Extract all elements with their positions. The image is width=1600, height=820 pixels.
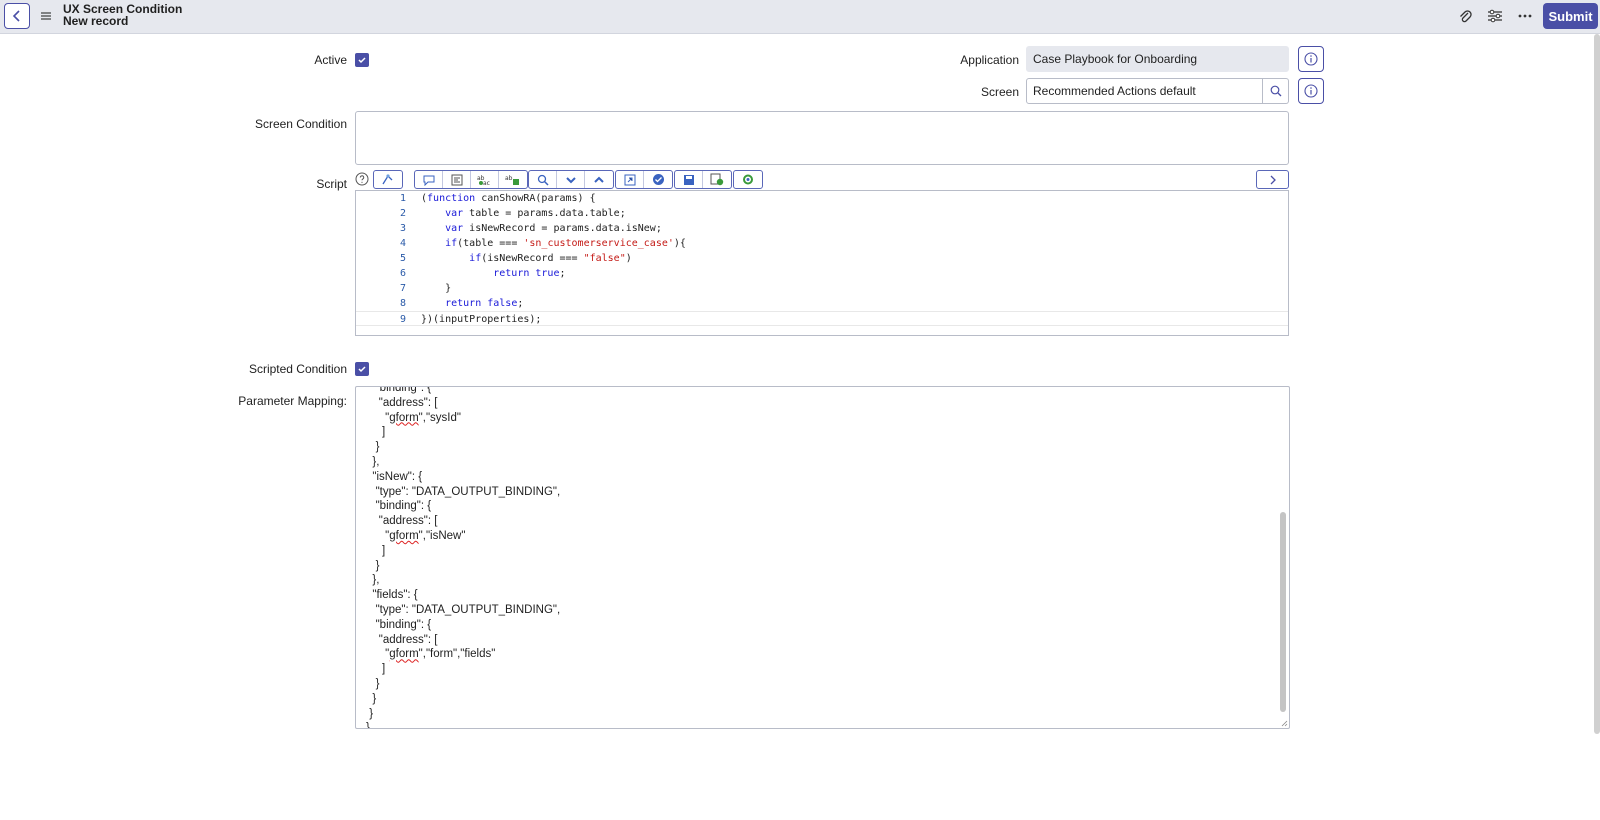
parameter-mapping-line: } [366, 692, 377, 705]
comment-icon[interactable] [415, 171, 443, 188]
application-label: Application [960, 53, 1019, 67]
parameter-mapping-line: "binding": { [366, 386, 432, 394]
replace-icon[interactable]: ab ac [471, 171, 499, 188]
check-syntax-icon[interactable] [644, 171, 672, 188]
attachment-icon[interactable] [1456, 7, 1474, 25]
scripted-condition-label: Scripted Condition [248, 362, 347, 376]
format-code-icon[interactable] [443, 171, 471, 188]
toolbar-group-6 [733, 170, 763, 189]
check-icon [358, 366, 366, 373]
parameter-mapping-line: }, [366, 574, 380, 587]
script-debug-icon[interactable] [703, 171, 731, 188]
active-label: Active [314, 53, 347, 67]
toolbar-group-4 [615, 170, 673, 189]
parameter-mapping-line: } [366, 559, 380, 572]
settings-sliders-icon[interactable] [1486, 7, 1504, 25]
screen-condition-input[interactable] [355, 111, 1289, 165]
parameter-mapping-line: } [366, 722, 370, 729]
vertical-scrollbar[interactable] [1280, 512, 1286, 712]
script-label: Script [316, 177, 347, 191]
application-info-button[interactable] [1298, 46, 1324, 72]
parameter-mapping-textarea[interactable]: "binding": { "address": [ "gform","sysId… [355, 386, 1290, 729]
page-scrollbar[interactable] [1594, 34, 1600, 734]
parameter-mapping-line: } [366, 441, 380, 454]
screen-field[interactable]: Recommended Actions default [1026, 78, 1263, 104]
screen-condition-label: Screen Condition [254, 117, 347, 131]
parameter-mapping-line: ] [366, 544, 386, 557]
parameter-mapping-line: ] [366, 663, 386, 676]
parameter-mapping-line: "type": "DATA_OUTPUT_BINDING", [366, 485, 561, 498]
parameter-mapping-line: "binding": { [366, 500, 432, 513]
toolbar-group-3 [528, 170, 614, 189]
parameter-mapping-line: "type": "DATA_OUTPUT_BINDING", [366, 604, 561, 616]
search-icon [1270, 85, 1281, 97]
resize-handle-icon[interactable] [1280, 719, 1288, 727]
find-previous-icon[interactable] [585, 171, 613, 188]
code-text: if(table === 'sn_customerservice_case'){ [445, 238, 686, 249]
page-subtitle: New record [63, 14, 129, 28]
help-icon[interactable] [355, 172, 369, 186]
parameter-mapping-line: "fields": { [366, 589, 418, 602]
code-text: var isNewRecord = params.data.isNew; [445, 223, 662, 234]
parameter-mapping-line: "address": [ [366, 633, 438, 646]
code-text: if(isNewRecord === "false") [469, 253, 632, 264]
code-text: return true; [493, 268, 566, 279]
toolbar-group-1 [373, 170, 403, 189]
hamburger-menu-icon[interactable] [40, 9, 52, 21]
svg-text:ac: ac [483, 180, 490, 186]
check-icon [358, 57, 366, 64]
info-icon [1304, 52, 1318, 66]
parameter-mapping-line: "address": [ [366, 515, 438, 528]
code-text: (function canShowRA(params) { [421, 193, 596, 204]
parameter-mapping-line: "gform","form","fields" [366, 648, 496, 661]
screen-label: Screen [980, 85, 1019, 99]
parameter-mapping-line: "binding": { [366, 618, 432, 631]
code-line-current: 9})(inputProperties); [356, 311, 1288, 326]
toggle-syntax-icon[interactable] [374, 171, 402, 188]
parameter-mapping-line: "isNew": { [366, 470, 423, 483]
parameter-mapping-line: } [366, 707, 374, 720]
search-icon[interactable] [529, 171, 557, 188]
parameter-mapping-label: Parameter Mapping: [238, 394, 347, 408]
info-icon [1304, 84, 1318, 98]
chevron-left-icon [12, 10, 20, 22]
code-text: return false; [445, 298, 524, 309]
open-script-icon[interactable] [616, 171, 644, 188]
chevron-right-icon [1270, 175, 1276, 184]
toolbar-group-5 [674, 170, 732, 189]
more-options-icon[interactable] [1516, 7, 1534, 25]
svg-text:ab: ab [505, 175, 513, 182]
screen-info-button[interactable] [1298, 78, 1324, 104]
back-button[interactable] [4, 3, 30, 29]
parameter-mapping-line: } [366, 678, 380, 690]
find-next-icon[interactable] [557, 171, 585, 188]
title-block: UX Screen Condition New record [63, 3, 182, 27]
script-settings-icon[interactable] [734, 171, 762, 188]
application-field: Case Playbook for Onboarding [1026, 46, 1289, 72]
submit-button[interactable]: Submit [1543, 3, 1598, 29]
script-editor[interactable]: 1 (function canShowRA(params) { 2 var tab… [355, 190, 1289, 336]
scripted-condition-checkbox[interactable] [355, 362, 369, 376]
parameter-mapping-line: "gform","sysId" [366, 411, 461, 424]
parameter-mapping-line: }, [366, 456, 380, 468]
active-checkbox[interactable] [355, 53, 369, 67]
expand-editor-button[interactable] [1256, 170, 1289, 189]
code-text: var table = params.data.table; [445, 208, 626, 219]
code-text: } [421, 283, 452, 294]
form-header: UX Screen Condition New record Submit [0, 0, 1600, 34]
parameter-mapping-line: ] [366, 426, 386, 439]
parameter-mapping-line: "gform","isNew" [366, 530, 466, 542]
code-text: })(inputProperties); [421, 314, 542, 325]
replace-all-icon[interactable]: ab [499, 171, 527, 188]
screen-lookup-button[interactable] [1263, 78, 1289, 104]
toolbar-group-2: ab ac ab [414, 170, 528, 189]
save-icon[interactable] [675, 171, 703, 188]
parameter-mapping-line: "address": [ [366, 396, 438, 409]
